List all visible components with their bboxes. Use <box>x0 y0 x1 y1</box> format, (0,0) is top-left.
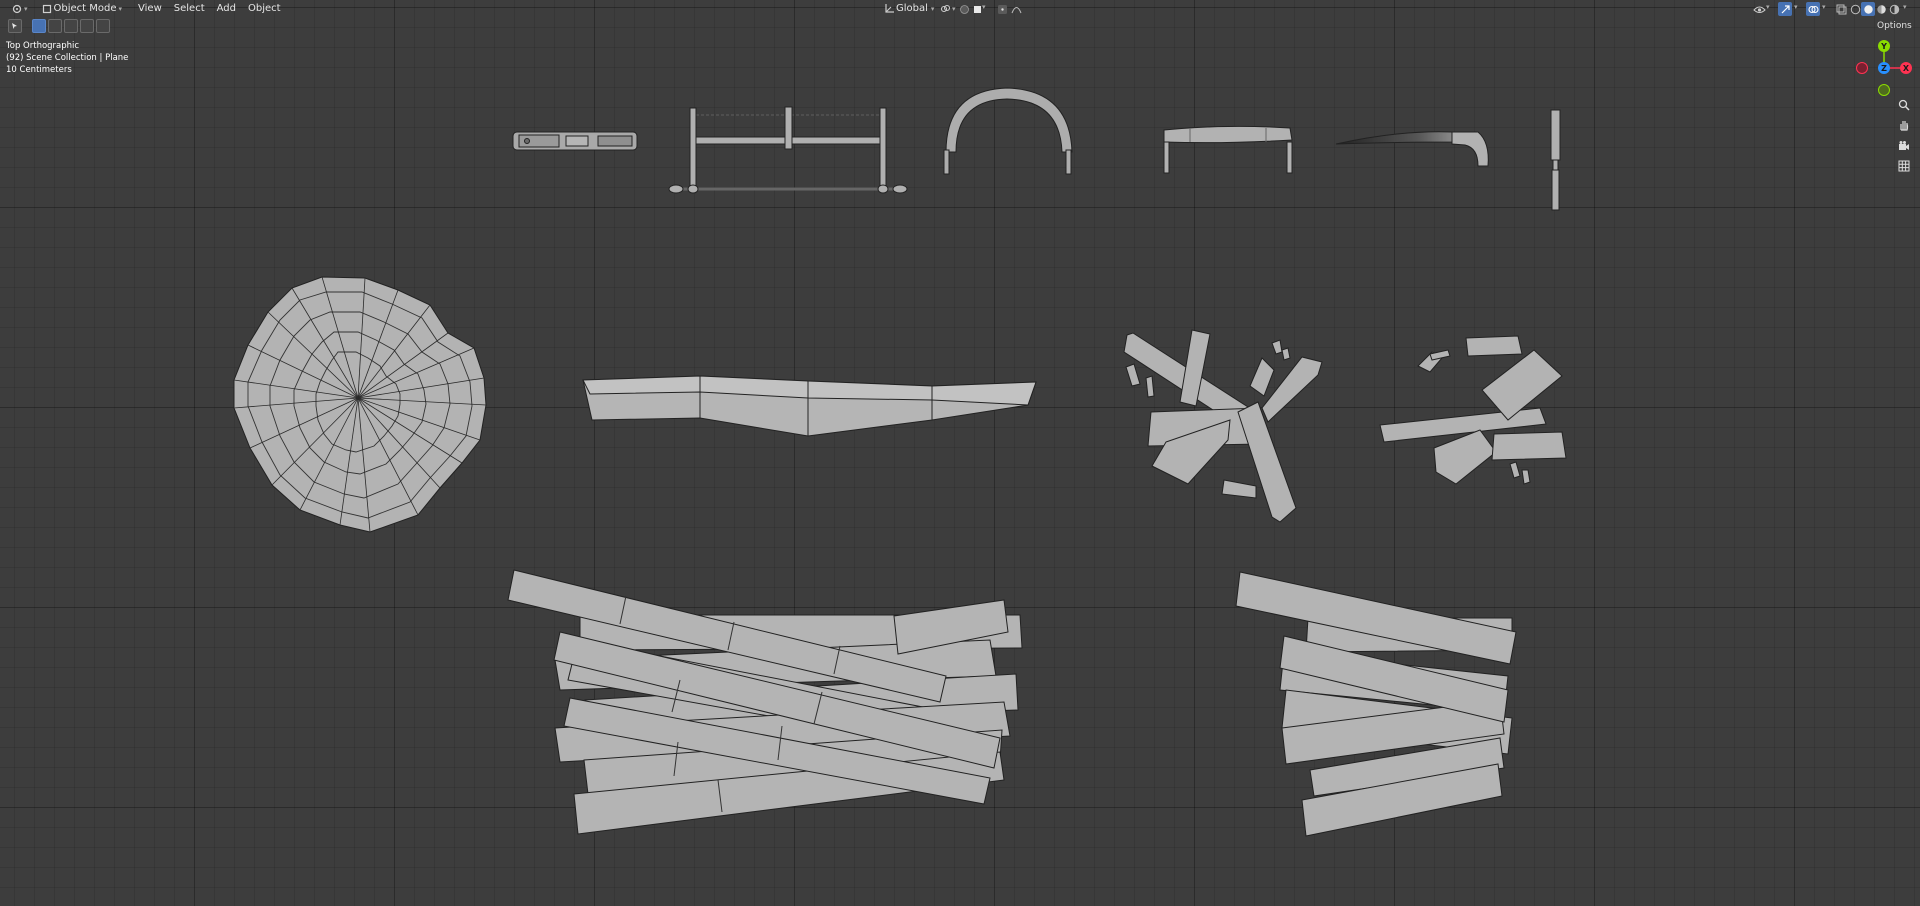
scene-canvas[interactable] <box>0 0 1920 906</box>
bow-saw[interactable] <box>668 106 908 194</box>
plank-pile-small[interactable] <box>1235 571 1517 837</box>
hand-plane[interactable] <box>512 131 638 151</box>
plank-pile-large[interactable] <box>507 569 1023 835</box>
broken-sticks-1[interactable] <box>1123 329 1323 523</box>
wood-plank[interactable] <box>582 375 1037 437</box>
pruning-knife[interactable] <box>1335 131 1489 167</box>
arch-handle[interactable] <box>943 87 1073 175</box>
broken-sticks-2[interactable] <box>1379 335 1567 485</box>
chisel[interactable] <box>1550 109 1561 211</box>
drawknife[interactable] <box>1163 125 1293 174</box>
log-cross-section[interactable] <box>233 276 487 533</box>
3d-viewport[interactable]: ▾ Object Mode ▾ View Select Add Object G… <box>0 0 1920 906</box>
